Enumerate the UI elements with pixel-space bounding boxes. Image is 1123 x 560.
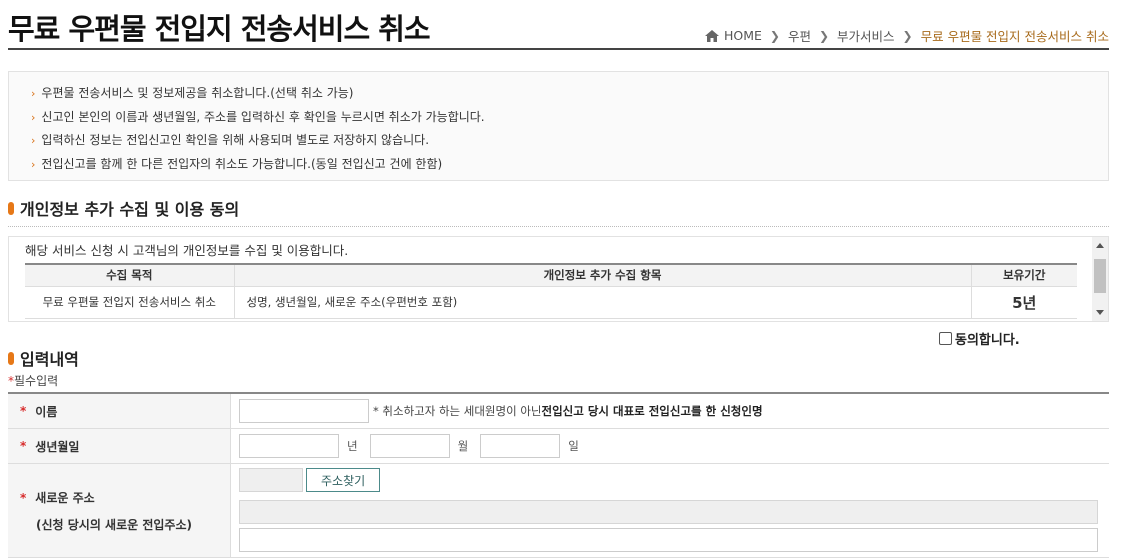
name-note: * 취소하고자 하는 세대원명이 아닌 bbox=[373, 404, 542, 418]
breadcrumb-item-addon[interactable]: 부가서비스 bbox=[837, 26, 895, 45]
arrow-right-icon: › bbox=[31, 110, 36, 124]
agree-checkbox[interactable] bbox=[939, 332, 952, 345]
form-row-name: * 이름 * 취소하고자 하는 세대원명이 아닌 전입신고 당시 대표로 전입신… bbox=[8, 394, 1109, 429]
birth-label: * 생년월일 bbox=[8, 429, 231, 463]
scroll-thumb[interactable] bbox=[1094, 259, 1106, 293]
home-icon[interactable] bbox=[704, 29, 719, 42]
birth-year-input[interactable] bbox=[239, 434, 339, 458]
month-unit: 월 bbox=[457, 439, 469, 453]
scroll-down-icon[interactable] bbox=[1096, 310, 1104, 315]
address-main-input[interactable] bbox=[239, 500, 1098, 524]
input-form: * 이름 * 취소하고자 하는 세대원명이 아닌 전입신고 당시 대표로 전입신… bbox=[8, 392, 1109, 558]
birth-month-input[interactable] bbox=[369, 434, 450, 458]
required-note: *필수입력 bbox=[8, 374, 59, 388]
notice-box: › 우편물 전송서비스 및 정보제공을 취소합니다.(선택 취소 가능) › 신고인… bbox=[8, 71, 1109, 181]
cell-purpose: 무료 우편물 전입지 전송서비스 취소 bbox=[25, 286, 234, 319]
name-label: * 이름 bbox=[8, 394, 231, 428]
col-header-purpose: 수집 목적 bbox=[25, 263, 234, 287]
form-row-address: * 새로운 주소 (신청 당시의 새로운 전입주소) 주소찾기 bbox=[8, 464, 1109, 558]
page-title: 무료 우편물 전입지 전송서비스 취소 bbox=[8, 12, 431, 46]
find-address-button[interactable]: 주소찾기 bbox=[306, 468, 381, 492]
form-heading: 입력내역 bbox=[8, 346, 79, 370]
consent-heading: 개인정보 추가 수집 및 이용 동의 bbox=[8, 196, 239, 220]
header-divider bbox=[8, 48, 1109, 50]
col-header-items: 개인정보 추가 수집 항목 bbox=[233, 263, 971, 287]
notice-item: › 우편물 전송서비스 및 정보제공을 취소합니다.(선택 취소 가능) bbox=[31, 86, 354, 100]
agree-checkbox-label[interactable]: 동의합니다. bbox=[939, 329, 1020, 348]
arrow-right-icon: › bbox=[31, 134, 36, 147]
notice-item: › 입력하신 정보는 전입신고인 확인을 위해 사용되며 별도로 저장하지 않습니… bbox=[31, 133, 430, 147]
breadcrumb-current: 무료 우편물 전입지 전송서비스 취소 bbox=[920, 29, 1109, 44]
chevron-right-icon: ❯ bbox=[902, 28, 913, 43]
scrollbar[interactable] bbox=[1092, 237, 1108, 321]
arrow-right-icon: › bbox=[31, 87, 36, 100]
section-bullet-icon bbox=[8, 201, 14, 215]
chevron-right-icon: ❯ bbox=[769, 28, 780, 43]
breadcrumb-item-post[interactable]: 우편 bbox=[788, 26, 811, 45]
postcode-input[interactable] bbox=[239, 468, 303, 492]
address-detail-input[interactable] bbox=[239, 528, 1098, 552]
cell-items: 성명, 생년월일, 새로운 주소(우편번호 포함) bbox=[233, 286, 971, 319]
arrow-right-icon: › bbox=[31, 157, 36, 171]
address-label: * 새로운 주소 (신청 당시의 새로운 전입주소) bbox=[8, 464, 231, 557]
day-unit: 일 bbox=[568, 439, 579, 453]
table-row: 무료 우편물 전입지 전송서비스 취소 성명, 생년월일, 새로운 주소(우편번… bbox=[25, 286, 1077, 319]
consent-table: 수집 목적 개인정보 추가 수집 항목 보유기간 무료 우편물 전입지 전송서비… bbox=[25, 263, 1077, 319]
year-unit: 년 bbox=[347, 439, 358, 453]
section-bullet-icon bbox=[8, 351, 14, 365]
consent-intro: 해당 서비스 신청 시 고객님의 개인정보를 수집 및 이용합니다. bbox=[25, 243, 349, 258]
consent-scroll-box[interactable]: 해당 서비스 신청 시 고객님의 개인정보를 수집 및 이용합니다. 수집 목적… bbox=[8, 236, 1109, 322]
breadcrumb: HOME ❯ 우편 ❯ 부가서비스 ❯ 무료 우편물 전입지 전송서비스 취소 bbox=[704, 26, 1109, 45]
address-sublabel: (신청 당시의 새로운 전입주소) bbox=[36, 517, 192, 532]
notice-item: › 전입신고를 함께 한 다른 전입자의 취소도 가능합니다.(동일 전입신고 건… bbox=[31, 156, 443, 171]
breadcrumb-home[interactable]: HOME bbox=[724, 28, 762, 43]
name-input[interactable] bbox=[239, 399, 369, 423]
scroll-up-icon[interactable] bbox=[1096, 243, 1104, 248]
cell-period: 5년 bbox=[970, 286, 1077, 319]
name-note-strong: 전입신고 당시 대표로 전입신고를 한 신청인명 bbox=[541, 404, 763, 418]
chevron-right-icon: ❯ bbox=[818, 28, 830, 43]
col-header-period: 보유기간 bbox=[970, 263, 1077, 287]
birth-day-input[interactable] bbox=[480, 434, 561, 458]
section-divider bbox=[8, 226, 1109, 227]
form-row-birth: * 생년월일 년 월 일 bbox=[8, 429, 1109, 464]
notice-item: › 신고인 본인의 이름과 생년월일, 주소를 입력하신 후 확인을 누르시면 취… bbox=[31, 109, 485, 124]
